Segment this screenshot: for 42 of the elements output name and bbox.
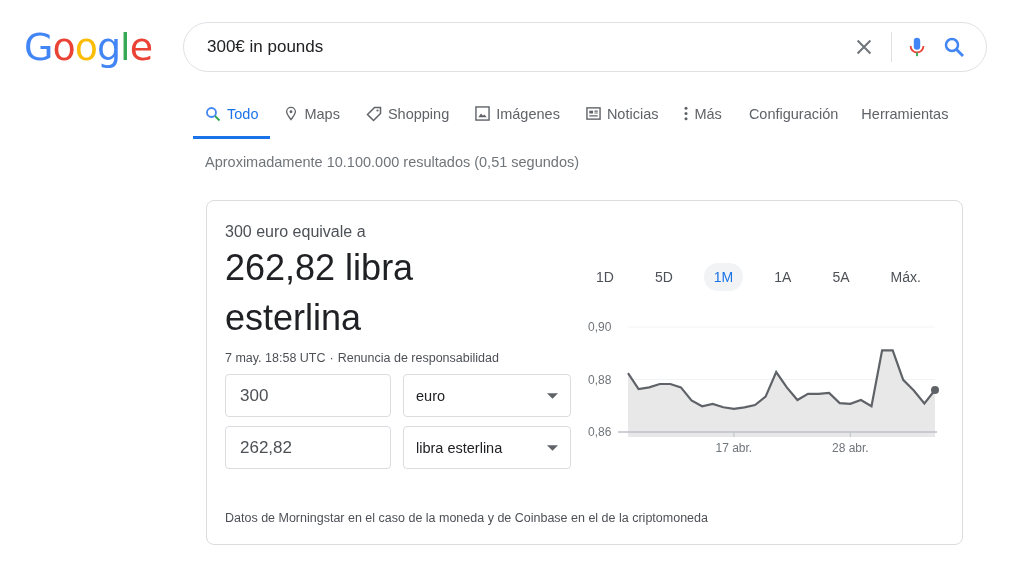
google-logo[interactable]: Google bbox=[24, 25, 183, 69]
range-tab[interactable]: 1A bbox=[764, 263, 802, 291]
axis-label: 28 abr. bbox=[831, 441, 869, 455]
search-field[interactable]: 300€ in pounds bbox=[183, 22, 987, 72]
search-icon[interactable] bbox=[942, 35, 966, 59]
amount-field[interactable]: 300 bbox=[225, 374, 391, 417]
caret-icon bbox=[547, 392, 558, 399]
nav-tab[interactable]: Noticias bbox=[573, 100, 671, 139]
disclaimer-link[interactable]: Renuncia de responsabilidad bbox=[337, 351, 499, 365]
image-icon bbox=[475, 106, 491, 121]
range-tab[interactable]: 5D bbox=[644, 263, 683, 291]
range-tab[interactable]: 1D bbox=[586, 263, 624, 291]
axis-label: 0,86 bbox=[588, 425, 612, 439]
conversion-heading: 300 euro equivale a bbox=[225, 223, 367, 241]
newspaper-icon bbox=[585, 106, 601, 121]
axis-label: 17 abr. bbox=[715, 441, 753, 455]
axis-label: 0,90 bbox=[588, 320, 612, 334]
range-tab[interactable]: 5A bbox=[822, 263, 860, 291]
source-note: Datos de Morningstar en el caso de la moneda y de Coinbase en el de la criptomoneda bbox=[225, 511, 709, 527]
nav-link[interactable]: Configuración bbox=[735, 100, 847, 139]
more-icon bbox=[684, 106, 689, 121]
nav-tab[interactable]: Más bbox=[672, 100, 734, 139]
nav-tab[interactable]: Todo bbox=[193, 100, 271, 139]
search-icon bbox=[205, 105, 221, 122]
pin-icon bbox=[284, 105, 299, 122]
range-tab[interactable]: 1M bbox=[703, 263, 744, 291]
chart-marker bbox=[931, 386, 939, 394]
caret-icon bbox=[547, 444, 558, 451]
timestamp: 7 may. 18:58 UTC bbox=[225, 351, 326, 365]
result-stats: Aproximadamente 10.100.000 resultados (0,51 segundos) bbox=[205, 154, 581, 170]
nav-tab[interactable]: Shopping bbox=[353, 100, 462, 139]
currency-dropdown[interactable]: euro bbox=[403, 374, 571, 417]
tag-icon bbox=[365, 105, 382, 122]
nav-link[interactable]: Herramientas bbox=[848, 100, 957, 139]
amount-field[interactable]: 262,82 bbox=[225, 426, 391, 469]
axis-label: 0,88 bbox=[588, 372, 612, 387]
nav-tab[interactable]: Maps bbox=[272, 100, 352, 139]
nav-tab[interactable]: Imágenes bbox=[463, 100, 572, 139]
currency-dropdown[interactable]: libra esterlina bbox=[403, 426, 571, 469]
range-tab[interactable]: Máx. bbox=[880, 263, 931, 291]
conversion-result: 262,82 libra esterlina bbox=[225, 246, 415, 340]
separator: · bbox=[329, 351, 334, 365]
